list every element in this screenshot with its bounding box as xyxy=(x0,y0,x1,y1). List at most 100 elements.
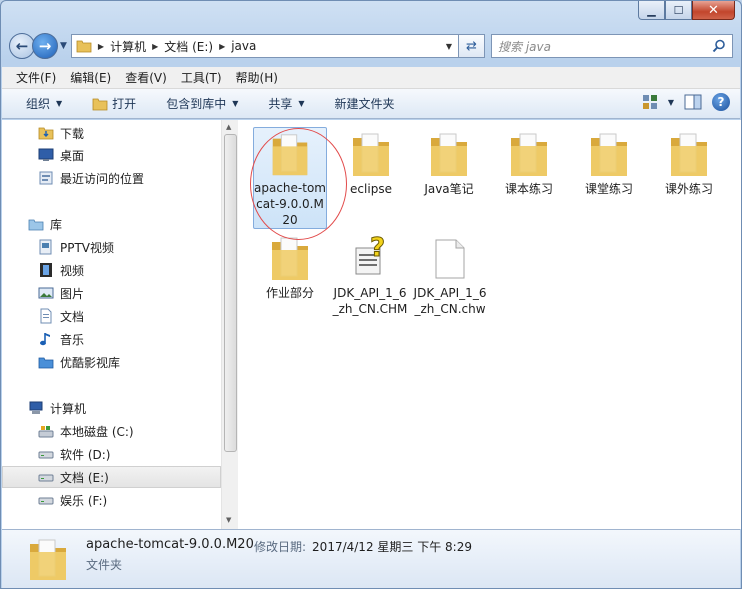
file-label: 课本练习 xyxy=(504,182,553,196)
preview-pane-icon[interactable] xyxy=(684,94,702,110)
address-dropdown-icon[interactable]: ▼ xyxy=(446,42,452,51)
nav-label: 库 xyxy=(50,217,63,232)
menu-tools[interactable]: 工具(T) xyxy=(181,69,222,86)
file-item-java-notes[interactable]: Java笔记 xyxy=(411,130,487,197)
view-options-icon[interactable] xyxy=(642,94,658,110)
file-item-tomcat[interactable]: apache-tomcat-9.0.0.M20 xyxy=(253,127,327,229)
nav-item-computer[interactable]: 计算机 xyxy=(2,397,221,419)
organize-button[interactable]: 组织 ▼ xyxy=(26,95,62,112)
file-item-extra-exercises[interactable]: 课外练习 xyxy=(651,130,727,197)
nav-label: 桌面 xyxy=(60,148,85,163)
forward-arrow-icon: → xyxy=(38,37,52,55)
nav-item-documents[interactable]: 文档 xyxy=(2,305,221,327)
share-label: 共享 xyxy=(268,97,293,111)
drive-icon xyxy=(38,497,54,505)
folder-icon xyxy=(591,133,627,176)
minimize-button[interactable]: ▁ xyxy=(638,1,665,20)
details-modified-label: 修改日期: xyxy=(254,540,307,554)
nav-item-pptv[interactable]: PPTV视频 xyxy=(2,236,221,258)
file-item-eclipse[interactable]: eclipse xyxy=(333,130,409,197)
include-library-button[interactable]: 包含到库中 ▼ xyxy=(166,95,238,112)
nav-item-downloads[interactable]: 下载 xyxy=(2,122,221,144)
nav-label: 优酷影视库 xyxy=(60,355,121,370)
breadcrumb-drive-e[interactable]: 文档 (E:) xyxy=(164,38,213,55)
nav-item-pictures[interactable]: 图片 xyxy=(2,282,221,304)
caption-buttons: ▁ ☐ ✕ xyxy=(638,1,735,20)
nav-label: 视频 xyxy=(60,263,85,278)
nav-item-libraries[interactable]: 库 xyxy=(2,213,221,235)
refresh-button[interactable]: ⇄ xyxy=(459,34,485,58)
maximize-button[interactable]: ☐ xyxy=(665,1,692,20)
menu-help[interactable]: 帮助(H) xyxy=(236,69,278,86)
address-bar[interactable]: ▶ 计算机 ▶ 文档 (E:) ▶ java ▼ xyxy=(70,34,459,58)
computer-icon xyxy=(29,401,43,414)
details-modified: 修改日期: 2017/4/12 星期三 下午 8:29 xyxy=(254,538,472,555)
nav-label: 最近访问的位置 xyxy=(60,171,145,186)
file-item-jdk-chm[interactable]: ? JDK_API_1_6_zh_CN.CHM xyxy=(332,234,408,317)
view-controls: ▼ ? xyxy=(642,93,730,111)
nav-item-drive-d[interactable]: 软件 (D:) xyxy=(2,443,221,465)
recent-pages-dropdown[interactable]: ▼ xyxy=(60,41,67,51)
breadcrumb-java[interactable]: java xyxy=(231,39,256,53)
nav-item-drive-c[interactable]: 本地磁盘 (C:) xyxy=(2,420,221,442)
breadcrumb-computer[interactable]: 计算机 xyxy=(110,38,146,55)
selected-folder-icon xyxy=(30,539,66,580)
breadcrumb-arrow-icon[interactable]: ▶ xyxy=(152,42,158,51)
view-dropdown-icon[interactable]: ▼ xyxy=(668,98,674,107)
file-item-homework[interactable]: 作业部分 xyxy=(252,234,328,301)
file-item-class-exercises[interactable]: 课堂练习 xyxy=(571,130,647,197)
nav-item-music[interactable]: 音乐 xyxy=(2,328,221,350)
scroll-up-icon[interactable]: ▲ xyxy=(226,123,231,131)
breadcrumb-arrow-icon[interactable]: ▶ xyxy=(98,42,104,51)
nav-item-videos[interactable]: 视频 xyxy=(2,259,221,281)
nav-label: 音乐 xyxy=(60,332,85,347)
nav-label: 本地磁盘 (C:) xyxy=(60,424,134,439)
document-icon xyxy=(40,308,52,324)
scroll-down-icon[interactable]: ▼ xyxy=(226,516,231,524)
navigation-pane: 下载 桌面 最近访问的位置 库 PPTV视频 视频 图片 文档 音乐 优酷影视库… xyxy=(2,120,221,529)
new-folder-label: 新建文件夹 xyxy=(334,97,395,111)
close-button[interactable]: ✕ xyxy=(692,1,735,20)
nav-label: PPTV视频 xyxy=(60,240,115,255)
file-label: JDK_API_1_6_zh_CN.chw xyxy=(413,286,487,316)
menu-view[interactable]: 查看(V) xyxy=(125,69,167,86)
search-input[interactable]: 搜索 java xyxy=(491,34,733,58)
file-label: 课堂练习 xyxy=(584,182,633,196)
search-icon[interactable] xyxy=(712,39,726,53)
chevron-down-icon: ▼ xyxy=(232,99,239,108)
organize-label: 组织 xyxy=(26,97,51,111)
film-icon xyxy=(40,263,52,277)
nav-item-recent-places[interactable]: 最近访问的位置 xyxy=(2,167,221,189)
include-library-label: 包含到库中 xyxy=(166,97,227,111)
menu-bar: 文件(F) 编辑(E) 查看(V) 工具(T) 帮助(H) xyxy=(2,67,740,89)
new-folder-button[interactable]: 新建文件夹 xyxy=(335,95,395,112)
scroll-thumb[interactable] xyxy=(224,134,237,452)
nav-item-drive-f[interactable]: 娱乐 (F:) xyxy=(2,489,221,511)
menu-edit[interactable]: 编辑(E) xyxy=(70,69,111,86)
details-file-name: apache-tomcat-9.0.0.M20 xyxy=(86,537,254,552)
refresh-icon: ⇄ xyxy=(466,38,477,54)
file-label: Java笔记 xyxy=(424,182,474,196)
svg-text:?: ? xyxy=(370,234,385,263)
nav-item-drive-e[interactable]: 文档 (E:) xyxy=(2,466,221,488)
music-note-icon xyxy=(40,333,50,346)
breadcrumb-arrow-icon[interactable]: ▶ xyxy=(219,42,225,51)
address-row: ← → ▼ ▶ 计算机 ▶ 文档 (E:) ▶ java ▼ ⇄ 搜索 java xyxy=(9,31,733,61)
nav-label: 下载 xyxy=(60,126,85,141)
folder-icon xyxy=(272,237,308,280)
library-icon xyxy=(28,219,44,231)
help-icon[interactable]: ? xyxy=(712,93,730,111)
file-item-jdk-chw[interactable]: JDK_API_1_6_zh_CN.chw xyxy=(412,234,488,317)
file-item-textbook-exercises[interactable]: 课本练习 xyxy=(491,130,567,197)
forward-button[interactable]: → xyxy=(32,33,58,59)
nav-item-desktop[interactable]: 桌面 xyxy=(2,144,221,166)
file-list: apache-tomcat-9.0.0.M20 eclipse Java笔记 课… xyxy=(238,120,741,529)
nav-scrollbar[interactable]: ▲ ▼ xyxy=(221,120,238,529)
search-placeholder: 搜索 java xyxy=(498,39,551,54)
share-button[interactable]: 共享 ▼ xyxy=(268,95,304,112)
video-folder-icon xyxy=(38,357,54,369)
command-bar: 组织 ▼ 打开 包含到库中 ▼ 共享 ▼ 新建文件夹 ▼ ? xyxy=(2,89,740,119)
open-button[interactable]: 打开 xyxy=(92,95,136,112)
menu-file[interactable]: 文件(F) xyxy=(16,69,56,86)
nav-item-youku[interactable]: 优酷影视库 xyxy=(2,351,221,373)
